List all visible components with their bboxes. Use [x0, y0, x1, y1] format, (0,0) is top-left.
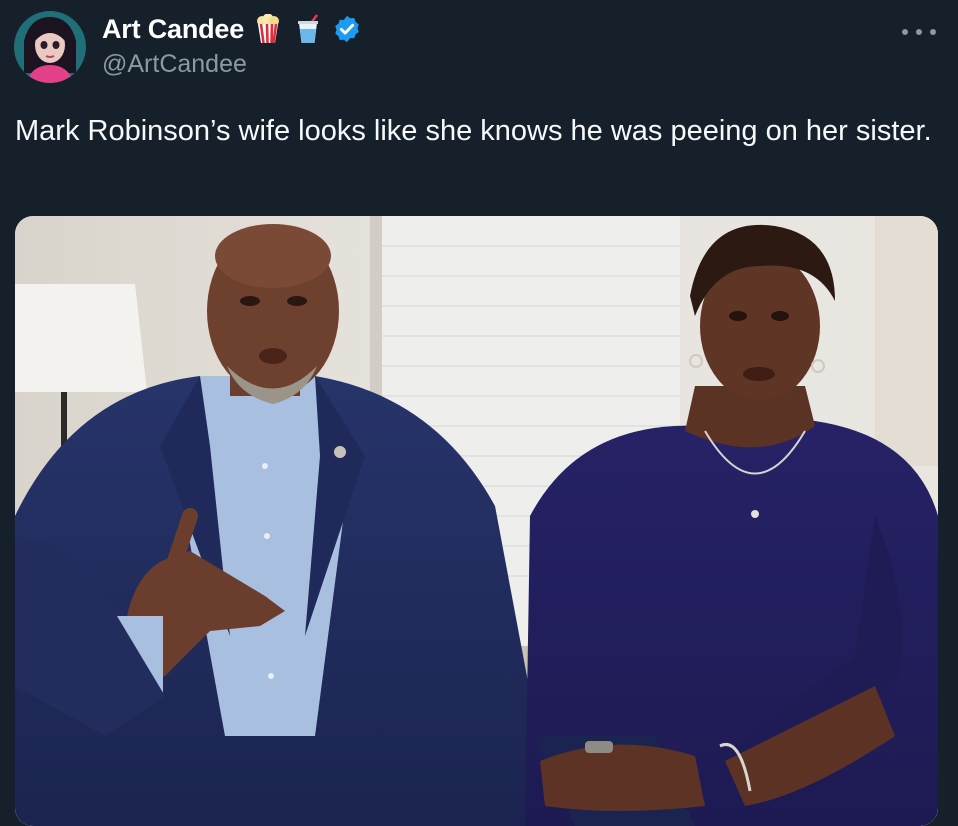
- author-name-row: Art Candee: [102, 12, 360, 46]
- more-options-icon[interactable]: [902, 22, 936, 42]
- photo-image: [15, 216, 938, 826]
- more-dot: [930, 29, 936, 35]
- tweet-header: Art Candee @ArtCandee: [102, 12, 360, 79]
- more-dot: [902, 29, 908, 35]
- tweet-text: Mark Robinson’s wife looks like she know…: [15, 115, 932, 147]
- cup-with-straw-icon: [294, 14, 322, 44]
- author-handle[interactable]: @ArtCandee: [102, 50, 360, 79]
- tweet-media-photo[interactable]: [15, 216, 938, 826]
- avatar[interactable]: [14, 11, 86, 83]
- more-dot: [916, 29, 922, 35]
- verified-badge-icon[interactable]: [332, 14, 360, 44]
- author-display-name[interactable]: Art Candee: [102, 14, 244, 45]
- popcorn-icon: [254, 13, 282, 44]
- avatar-illustration: [14, 11, 86, 83]
